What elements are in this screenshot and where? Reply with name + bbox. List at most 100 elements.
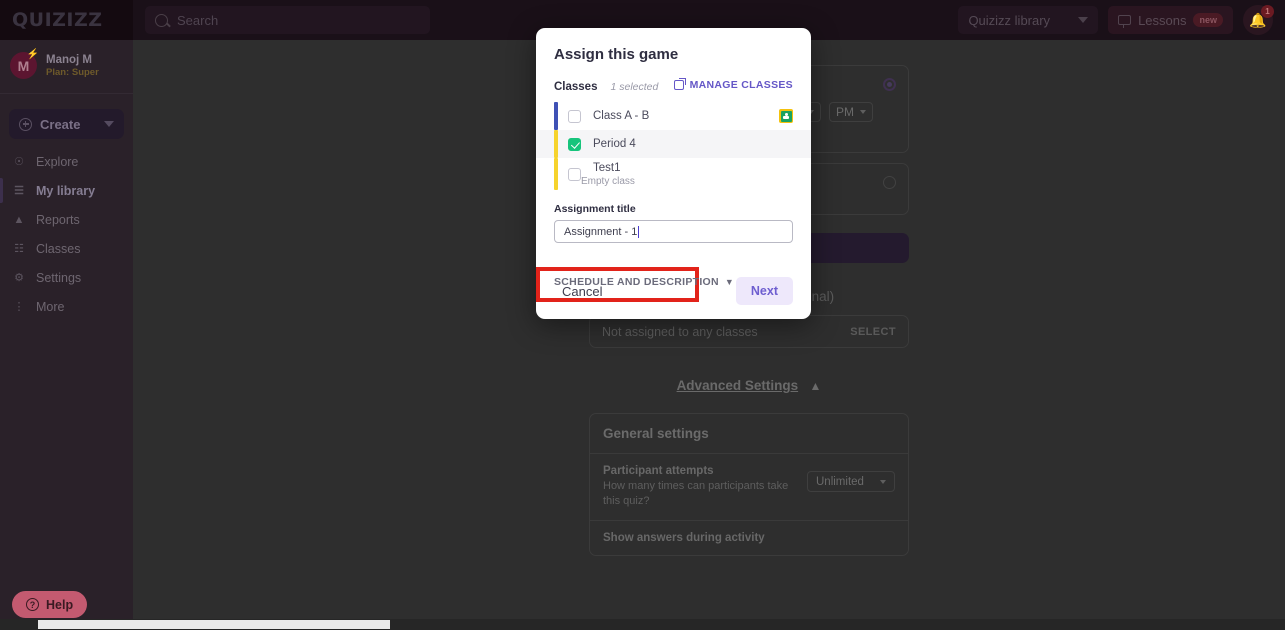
assigned-classes-card: Not assigned to any classes SELECT (589, 315, 909, 348)
class-list-item[interactable]: Test1 Empty class (536, 158, 811, 190)
setting-title: Participant attempts (603, 465, 714, 477)
logo-text: QUIZIZZ (12, 9, 103, 31)
classes-header-row: Classes 1 selected MANAGE CLASSES (554, 78, 793, 93)
avatar: M ⚡ (10, 49, 39, 79)
modal-title: Assign this game (554, 46, 679, 63)
text-cursor (638, 225, 640, 238)
class-checkbox[interactable] (568, 109, 581, 123)
class-checkbox[interactable] (568, 137, 581, 151)
class-checkbox[interactable] (568, 167, 581, 181)
setting-title: Show answers during activity (603, 531, 765, 544)
gear-icon: ⚙ (14, 272, 24, 284)
chevron-down-icon: ▼ (724, 277, 734, 287)
assignment-title-input[interactable]: Assignment - 1 (554, 220, 793, 243)
manage-classes-link[interactable]: MANAGE CLASSES (673, 78, 793, 91)
setting-subtitle: How many times can participants take thi… (603, 480, 789, 507)
sidebar-item-classes[interactable]: ☷ Classes (0, 234, 133, 263)
chevron-down-icon (1078, 17, 1089, 23)
external-link-icon (673, 78, 686, 90)
profile-block[interactable]: M ⚡ Manoj M Plan: Super (0, 40, 133, 94)
sidebar-item-label: Reports (36, 212, 80, 227)
general-settings-card: General settings Participant attempts Ho… (589, 413, 909, 556)
general-settings-title: General settings (590, 414, 908, 454)
assign-game-modal: Assign this game Classes 1 selected MANA… (536, 28, 811, 319)
chevron-down-icon (880, 479, 886, 484)
more-icon: ⋮ (13, 301, 25, 313)
sidebar-item-my-library[interactable]: ☰ My library (0, 176, 133, 205)
help-button[interactable]: ? Help (12, 591, 88, 618)
library-selector[interactable]: Quizizz library (958, 6, 1099, 34)
not-assigned-text: Not assigned to any classes (602, 324, 758, 339)
create-button[interactable]: Create (9, 109, 124, 139)
radio-unselected-icon[interactable] (883, 176, 896, 189)
lessons-button[interactable]: Lessons new (1108, 6, 1233, 34)
chevron-up-icon: ▲ (809, 379, 822, 393)
class-list-item[interactable]: Class A - B (536, 102, 811, 130)
search-placeholder: Search (177, 12, 219, 28)
advanced-settings-row[interactable]: Advanced Settings ▲ (589, 377, 909, 395)
presentation-icon (1118, 15, 1132, 28)
setting-row-participant-attempts: Participant attempts How many times can … (590, 454, 908, 521)
lessons-label: Lessons (1138, 12, 1187, 28)
meridiem-value: PM (835, 105, 854, 119)
class-color-bar (554, 102, 558, 130)
class-name: Test1 (593, 161, 621, 174)
google-classroom-icon (779, 109, 793, 123)
radio-selected-icon[interactable] (883, 78, 896, 91)
sidebar-item-label: Settings (36, 270, 82, 285)
sidebar-item-reports[interactable]: ▲ Reports (0, 205, 133, 234)
sidebar-item-more[interactable]: ⋮ More (0, 292, 133, 321)
class-text-block: Test1 Empty class (581, 161, 635, 187)
compass-icon: ☉ (14, 156, 24, 168)
library-selector-label: Quizizz library (968, 12, 1051, 28)
sidebar-item-label: My library (36, 183, 96, 198)
classes-list: Class A - B Period 4 Test1 Empty class (536, 102, 811, 190)
class-color-bar (554, 158, 558, 190)
profile-text: Manoj M Plan: Super (46, 53, 99, 78)
horizontal-scrollbar-thumb[interactable] (38, 620, 390, 629)
class-subtitle: Empty class (581, 176, 635, 188)
schedule-and-description-label: SCHEDULE AND DESCRIPTION (554, 276, 719, 288)
chevron-down-icon (104, 121, 114, 127)
setting-row-show-answers: Show answers during activity (590, 521, 908, 555)
setting-text-block: Participant attempts How many times can … (603, 465, 798, 509)
sidebar-item-explore[interactable]: ☉ Explore (0, 147, 133, 176)
assignment-title-value: Assignment - 1 (564, 225, 638, 238)
profile-name: Manoj M (46, 53, 92, 66)
classes-icon: ☷ (14, 243, 24, 255)
profile-plan: Plan: Super (46, 67, 99, 79)
schedule-and-description-toggle[interactable]: SCHEDULE AND DESCRIPTION ▼ (554, 276, 734, 288)
horizontal-scrollbar-track[interactable] (0, 619, 1285, 630)
class-color-bar (554, 130, 558, 158)
selected-count-label: 1 selected (610, 81, 659, 93)
topbar-right-actions: Quizizz library Lessons new 🔔 1 (958, 5, 1285, 35)
reports-icon: ▲ (13, 213, 25, 226)
meridiem-select[interactable]: PM (828, 102, 873, 122)
advanced-settings-link[interactable]: Advanced Settings (677, 378, 799, 393)
brand-logo[interactable]: QUIZIZZ (0, 0, 133, 40)
library-icon: ☰ (14, 185, 24, 197)
sidebar-item-settings[interactable]: ⚙ Settings (0, 263, 133, 292)
notification-count-badge: 1 (1261, 5, 1274, 18)
class-name: Class A - B (593, 109, 650, 122)
plus-circle-icon (19, 117, 32, 131)
participant-attempts-select[interactable]: Unlimited (807, 471, 895, 492)
sidebar-item-label: Explore (36, 154, 79, 169)
search-icon (155, 13, 168, 27)
sidebar-item-label: Classes (36, 241, 81, 256)
new-badge: new (1193, 13, 1223, 27)
class-name: Period 4 (593, 137, 636, 150)
search-input[interactable]: Search (145, 6, 430, 34)
sidebar: M ⚡ Manoj M Plan: Super Create ☉ Explore… (0, 40, 133, 630)
sidebar-item-label: More (36, 299, 65, 314)
select-classes-button[interactable]: SELECT (850, 326, 896, 338)
notifications-button[interactable]: 🔔 1 (1243, 5, 1274, 35)
question-mark-icon: ? (26, 598, 39, 611)
super-bolt-icon: ⚡ (26, 49, 39, 60)
app-root: QUIZIZZ Search Quizizz library Lessons n… (0, 0, 1285, 630)
manage-classes-label: MANAGE CLASSES (689, 79, 793, 91)
participant-attempts-value: Unlimited (816, 475, 864, 488)
classes-label: Classes (554, 81, 598, 93)
next-button[interactable]: Next (735, 277, 793, 305)
class-list-item[interactable]: Period 4 (536, 130, 811, 158)
